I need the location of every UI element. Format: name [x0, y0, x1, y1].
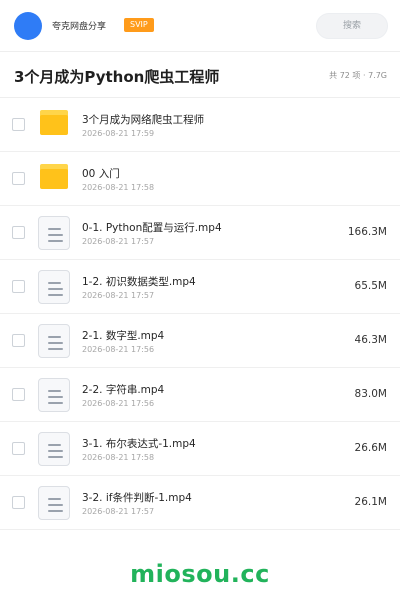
file-date: 2026-08-21 17:58	[82, 183, 155, 192]
select-checkbox[interactable]	[12, 442, 25, 455]
video-file-icon	[38, 324, 70, 358]
search-input[interactable]: 搜索	[316, 13, 388, 39]
folder-icon	[38, 109, 70, 143]
file-date: 2026-08-21 17:57	[82, 237, 155, 246]
video-file-icon	[38, 270, 70, 304]
video-file-icon	[38, 216, 70, 250]
file-date: 2026-08-21 17:57	[82, 507, 155, 516]
folder-summary: 共 72 项 · 7.7G	[329, 71, 387, 80]
select-checkbox[interactable]	[12, 388, 25, 401]
select-checkbox[interactable]	[12, 118, 25, 131]
list-item[interactable]: 1-2. 初识数据类型.mp4 2026-08-21 17:57 65.5M	[0, 260, 400, 314]
file-date: 2026-08-21 17:56	[82, 399, 155, 408]
file-size: 166.3M	[347, 226, 387, 238]
file-list: 3个月成为网络爬虫工程师 2026-08-21 17:59 00 入门 2026-08…	[0, 98, 400, 530]
file-size: 26.1M	[354, 496, 387, 508]
share-name: 夸克网盘分享	[52, 22, 107, 32]
list-item[interactable]: 0-1. Python配置与运行.mp4 2026-08-21 17:57 166.…	[0, 206, 400, 260]
file-size: 83.0M	[354, 388, 387, 400]
vip-badge: SVIP	[124, 18, 154, 32]
list-item[interactable]: 00 入门 2026-08-21 17:58	[0, 152, 400, 206]
file-name[interactable]: 0-1. Python配置与运行.mp4	[82, 220, 222, 235]
list-item[interactable]: 2-1. 数字型.mp4 2026-08-21 17:56 46.3M	[0, 314, 400, 368]
select-checkbox[interactable]	[12, 280, 25, 293]
file-size: 46.3M	[354, 334, 387, 346]
list-item[interactable]: 3-2. if条件判断-1.mp4 2026-08-21 17:57 26.1M	[0, 476, 400, 530]
list-item[interactable]: 3个月成为网络爬虫工程师 2026-08-21 17:59	[0, 98, 400, 152]
folder-header: 3个月成为Python爬虫工程师 共 72 项 · 7.7G	[0, 52, 400, 98]
top-bar: 夸克网盘分享 SVIP 搜索	[0, 0, 400, 52]
file-name[interactable]: 3-2. if条件判断-1.mp4	[82, 490, 192, 505]
file-size: 26.6M	[354, 442, 387, 454]
file-name[interactable]: 3-1. 布尔表达式-1.mp4	[82, 436, 196, 451]
video-file-icon	[38, 432, 70, 466]
file-name[interactable]: 1-2. 初识数据类型.mp4	[82, 274, 196, 289]
page-title: 3个月成为Python爬虫工程师	[14, 68, 220, 86]
watermark: miosou.cc	[130, 560, 270, 588]
video-file-icon	[38, 486, 70, 520]
file-name[interactable]: 00 入门	[82, 166, 120, 181]
list-item[interactable]: 2-2. 字符串.mp4 2026-08-21 17:56 83.0M	[0, 368, 400, 422]
file-name[interactable]: 2-2. 字符串.mp4	[82, 382, 164, 397]
folder-icon	[38, 163, 70, 197]
file-date: 2026-08-21 17:57	[82, 291, 155, 300]
avatar[interactable]	[14, 12, 42, 40]
select-checkbox[interactable]	[12, 334, 25, 347]
file-date: 2026-08-21 17:56	[82, 345, 155, 354]
video-file-icon	[38, 378, 70, 412]
file-date: 2026-08-21 17:59	[82, 129, 155, 138]
file-date: 2026-08-21 17:58	[82, 453, 155, 462]
file-size: 65.5M	[354, 280, 387, 292]
select-checkbox[interactable]	[12, 226, 25, 239]
select-checkbox[interactable]	[12, 496, 25, 509]
list-item[interactable]: 3-1. 布尔表达式-1.mp4 2026-08-21 17:58 26.6M	[0, 422, 400, 476]
file-name[interactable]: 3个月成为网络爬虫工程师	[82, 112, 204, 127]
file-name[interactable]: 2-1. 数字型.mp4	[82, 328, 164, 343]
select-checkbox[interactable]	[12, 172, 25, 185]
